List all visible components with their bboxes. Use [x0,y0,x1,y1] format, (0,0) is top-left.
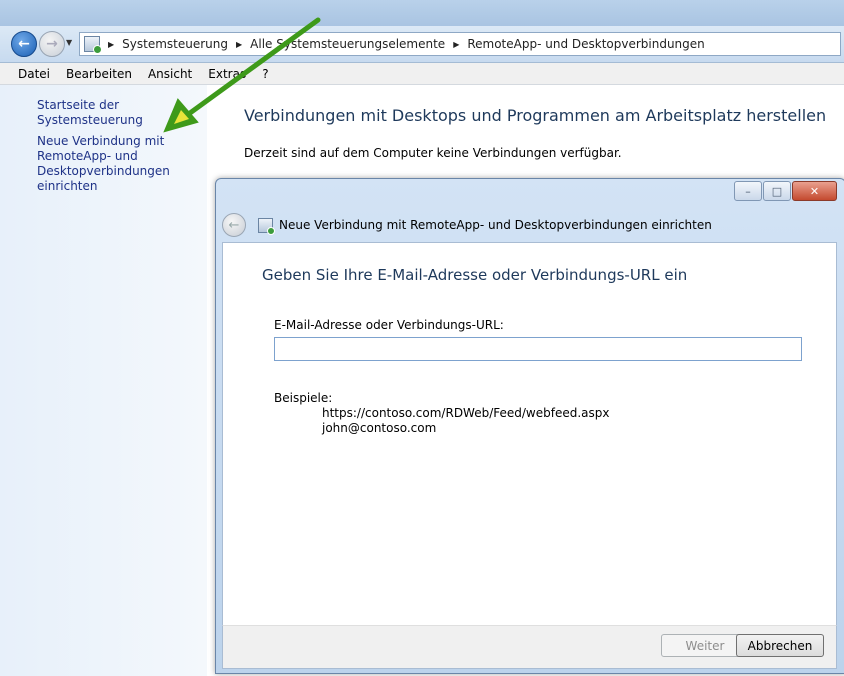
menu-ansicht[interactable]: Ansicht [140,67,200,81]
minimize-icon[interactable]: – [734,181,762,201]
dialog-body: Geben Sie Ihre E-Mail-Adresse oder Verbi… [222,242,837,626]
breadcrumb-separator-icon[interactable]: ▶ [108,40,114,49]
maximize-icon[interactable]: □ [763,181,791,201]
navigation-bar: ← → ▼ ▶ Systemsteuerung ▶ Alle Systemste… [0,26,844,63]
close-icon[interactable]: ✕ [792,181,837,201]
back-arrow-icon[interactable]: ← [11,31,37,57]
menu-extras[interactable]: Extras [200,67,254,81]
breadcrumb-separator-icon[interactable]: ▶ [453,40,459,49]
new-connection-link[interactable]: Neue Verbindung mit RemoteApp- und Deskt… [37,134,170,194]
url-field-label: E-Mail-Adresse oder Verbindungs-URL: [274,318,504,332]
new-connection-link-line: einrichten [37,179,98,193]
task-pane: Startseite der Systemsteuerung Neue Verb… [0,85,207,676]
menu-bearbeiten[interactable]: Bearbeiten [58,67,140,81]
dialog-title: Neue Verbindung mit RemoteApp- und Deskt… [279,218,712,232]
history-dropdown-icon[interactable]: ▼ [66,38,72,47]
new-connection-link-line: RemoteApp- und [37,149,138,163]
remoteapp-icon [258,217,275,235]
breadcrumb-item[interactable]: Systemsteuerung [122,37,228,51]
cancel-button[interactable]: Abbrechen [736,634,824,657]
window-title-strip [0,0,844,26]
forward-arrow-icon[interactable]: → [39,31,65,57]
dialog-header: ← Neue Verbindung mit RemoteApp- und Des… [222,209,712,241]
menu-bar: Datei Bearbeiten Ansicht Extras ? [0,63,844,85]
menu-help[interactable]: ? [254,67,276,81]
window-controls: – □ ✕ [733,181,837,201]
address-bar[interactable]: ▶ Systemsteuerung ▶ Alle Systemsteuerung… [79,32,841,56]
page-title: Verbindungen mit Desktops und Programmen… [244,106,827,125]
new-connection-link-line: Desktopverbindungen [37,164,170,178]
url-input[interactable] [274,337,802,361]
new-connection-link-line: Neue Verbindung mit [37,134,165,148]
dialog-heading: Geben Sie Ihre E-Mail-Adresse oder Verbi… [262,266,688,284]
wizard-dialog: – □ ✕ ← Neue Verbindung mit RemoteApp- u… [215,178,844,674]
back-arrow-icon[interactable]: ← [222,213,246,237]
control-panel-home-link[interactable]: Startseite der Systemsteuerung [37,98,207,128]
breadcrumb-item[interactable]: RemoteApp- und Desktopverbindungen [467,37,704,51]
example-email: john@contoso.com [322,421,437,435]
breadcrumb-item[interactable]: Alle Systemsteuerungselemente [250,37,445,51]
breadcrumb-separator-icon[interactable]: ▶ [236,40,242,49]
control-panel-icon [84,36,102,54]
menu-datei[interactable]: Datei [0,67,58,81]
page-description: Derzeit sind auf dem Computer keine Verb… [244,146,622,160]
dialog-footer: Weiter Abbrechen [222,625,837,669]
examples-label: Beispiele: [274,391,333,405]
example-url: https://contoso.com/RDWeb/Feed/webfeed.a… [322,406,610,420]
